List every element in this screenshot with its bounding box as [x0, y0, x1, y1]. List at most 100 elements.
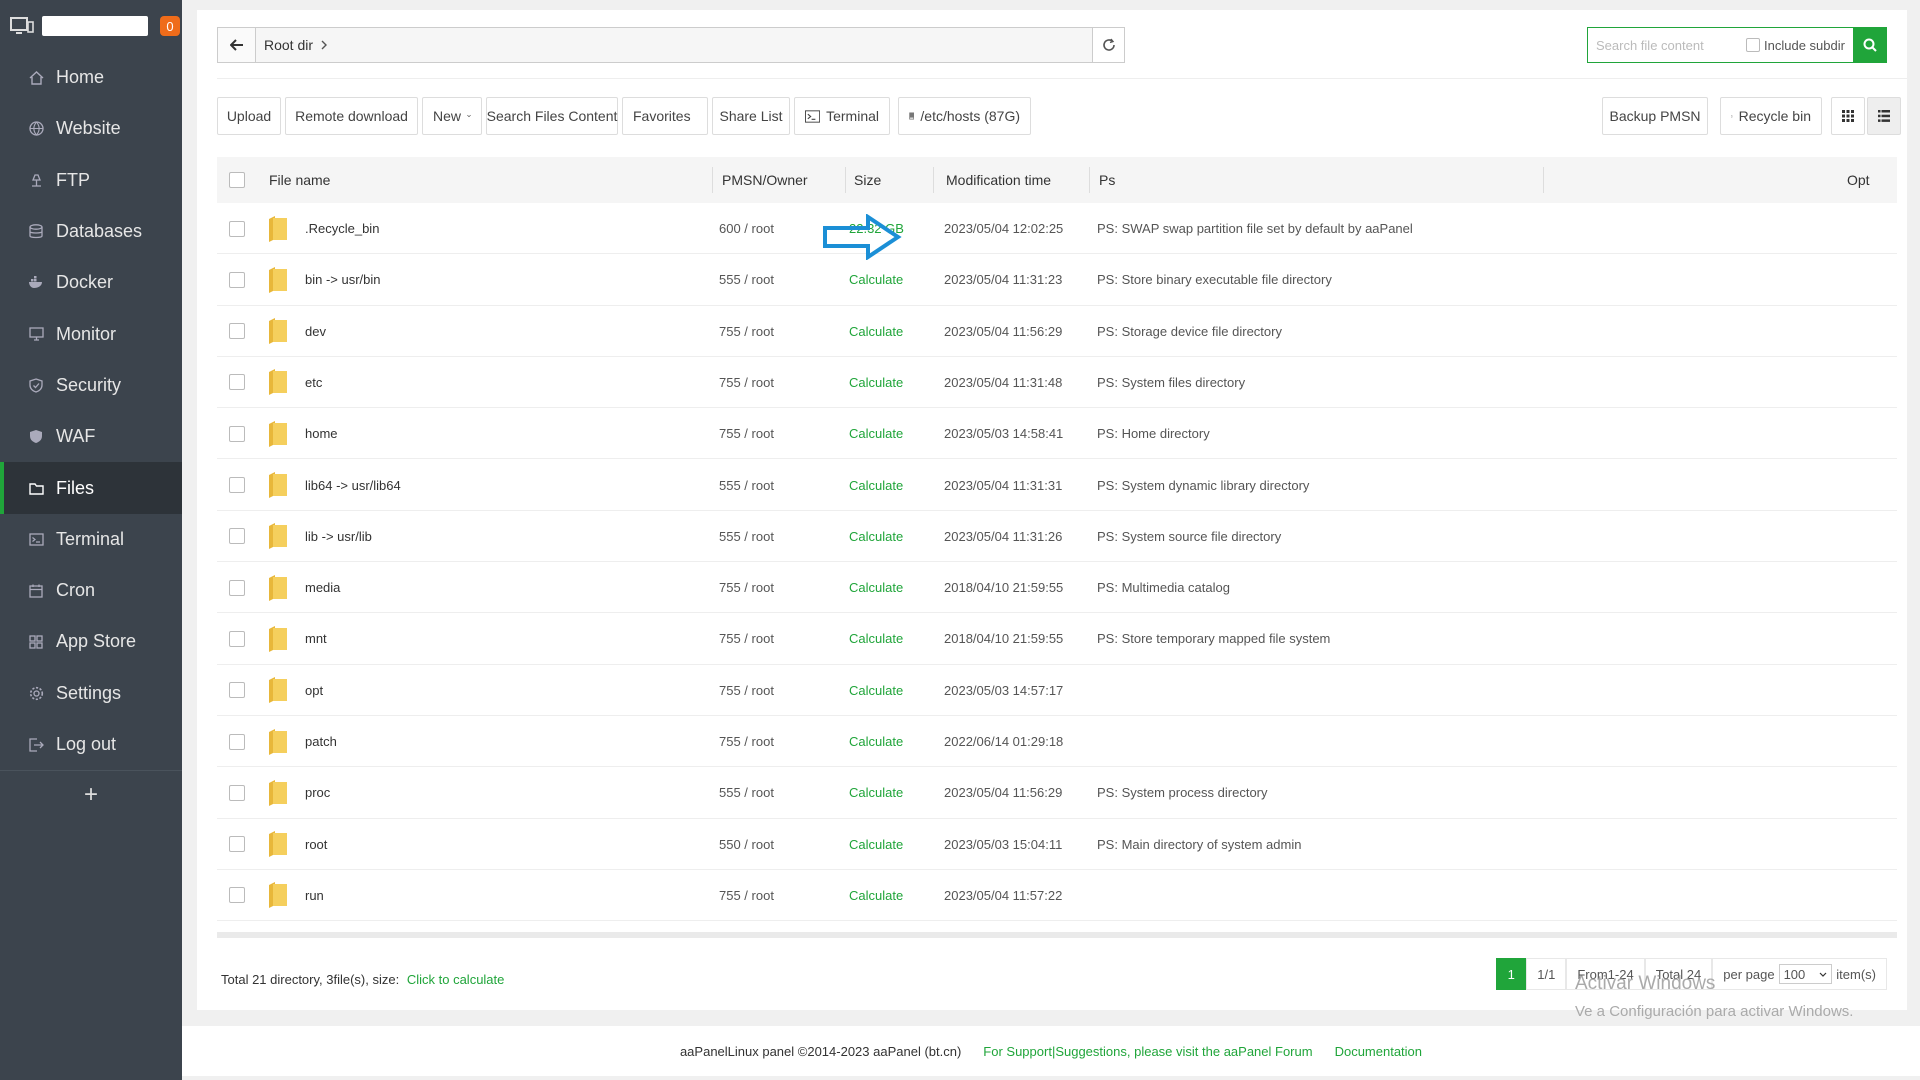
col-size[interactable]: Size	[854, 157, 881, 203]
breadcrumb[interactable]: Root dir	[256, 28, 328, 62]
row-checkbox[interactable]	[229, 887, 245, 904]
table-row[interactable]: mnt 755 / root Calculate 2018/04/10 21:59:5…	[217, 613, 1897, 665]
file-ps[interactable]: PS: SWAP swap partition file set by defa…	[1097, 203, 1413, 254]
add-menu-button[interactable]: +	[0, 770, 182, 818]
file-permission[interactable]: 555 / root	[719, 511, 774, 562]
sidebar-item-terminal[interactable]: Terminal	[0, 514, 182, 565]
backup-pmsn-button[interactable]: Backup PMSN	[1602, 97, 1708, 135]
file-ps[interactable]: PS: Store temporary mapped file system	[1097, 613, 1330, 664]
page-current[interactable]: 1	[1496, 958, 1527, 990]
row-checkbox[interactable]	[229, 733, 245, 750]
file-permission[interactable]: 755 / root	[719, 408, 774, 459]
table-row[interactable]: etc 755 / root Calculate 2023/05/04 11:31:4…	[217, 357, 1897, 409]
file-permission[interactable]: 755 / root	[719, 357, 774, 408]
file-size[interactable]: Calculate	[849, 665, 903, 716]
file-name[interactable]: root	[305, 819, 327, 870]
terminal-button[interactable]: Terminal	[794, 97, 890, 135]
row-checkbox[interactable]	[229, 220, 245, 237]
file-ps[interactable]: PS: Store binary executable file directo…	[1097, 254, 1332, 305]
file-name[interactable]: patch	[305, 716, 337, 767]
row-checkbox[interactable]	[229, 528, 245, 545]
col-file-name[interactable]: File name	[269, 157, 330, 203]
file-name[interactable]: mnt	[305, 613, 327, 664]
file-name[interactable]: lib64 -> usr/lib64	[305, 460, 401, 511]
table-row[interactable]: home 755 / root Calculate 2023/05/03 14:58:…	[217, 408, 1897, 460]
table-row[interactable]: bin -> usr/bin 555 / root Calculate 2023/05…	[217, 254, 1897, 306]
file-name[interactable]: run	[305, 870, 324, 921]
file-ps[interactable]: PS: Storage device file directory	[1097, 306, 1282, 357]
col-modification-time[interactable]: Modification time	[946, 157, 1051, 203]
file-permission[interactable]: 555 / root	[719, 460, 774, 511]
sidebar-item-settings[interactable]: Settings	[0, 668, 182, 719]
file-ps[interactable]: PS: Main directory of system admin	[1097, 819, 1301, 870]
include-subdir-checkbox[interactable]	[1746, 38, 1760, 52]
file-ps[interactable]: PS: Home directory	[1097, 408, 1210, 459]
file-permission[interactable]: 755 / root	[719, 665, 774, 716]
table-row[interactable]: media 755 / root Calculate 2018/04/10 21:59…	[217, 562, 1897, 614]
file-size[interactable]: Calculate	[849, 357, 903, 408]
back-button[interactable]	[218, 28, 256, 62]
documentation-link[interactable]: Documentation	[1335, 1044, 1422, 1059]
recycle-bin-button[interactable]: Recycle bin	[1720, 97, 1822, 135]
table-row[interactable]: lib64 -> usr/lib64 555 / root Calculate 202…	[217, 460, 1897, 511]
upload-button[interactable]: Upload	[217, 97, 281, 135]
table-row[interactable]: patch 755 / root Calculate 2022/06/14 01:29…	[217, 716, 1897, 768]
list-view-button[interactable]	[1867, 97, 1901, 135]
file-name[interactable]: dev	[305, 306, 326, 357]
sidebar-item-log-out[interactable]: Log out	[0, 719, 182, 770]
notification-badge[interactable]: 0	[160, 16, 180, 36]
file-name[interactable]: .Recycle_bin	[305, 203, 379, 254]
remote-download-button[interactable]: Remote download	[285, 97, 418, 135]
file-size[interactable]: Calculate	[849, 511, 903, 562]
favorites-dropdown-button[interactable]: Favorites	[622, 97, 708, 135]
refresh-button[interactable]	[1092, 28, 1124, 62]
sidebar-item-ftp[interactable]: FTP	[0, 155, 182, 206]
row-checkbox[interactable]	[229, 374, 245, 391]
file-ps[interactable]: PS: System dynamic library directory	[1097, 460, 1309, 511]
new-dropdown-button[interactable]: New	[422, 97, 482, 135]
file-name[interactable]: media	[305, 562, 340, 613]
row-checkbox[interactable]	[229, 630, 245, 647]
share-list-button[interactable]: Share List	[712, 97, 790, 135]
file-permission[interactable]: 555 / root	[719, 767, 774, 818]
sidebar-item-waf[interactable]: WAF	[0, 411, 182, 462]
select-all-checkbox[interactable]	[229, 172, 245, 188]
sidebar-item-files[interactable]: Files	[0, 462, 182, 514]
file-name[interactable]: lib -> usr/lib	[305, 511, 372, 562]
file-name[interactable]: etc	[305, 357, 322, 408]
row-checkbox[interactable]	[229, 323, 245, 340]
grid-view-button[interactable]	[1831, 97, 1865, 135]
search-input[interactable]	[1588, 37, 1738, 53]
row-checkbox[interactable]	[229, 682, 245, 699]
row-checkbox[interactable]	[229, 425, 245, 442]
table-row[interactable]: root 550 / root Calculate 2023/05/03 15:04:…	[217, 819, 1897, 870]
sidebar-item-docker[interactable]: Docker	[0, 257, 182, 308]
support-forum-link[interactable]: For Support|Suggestions, please visit th…	[983, 1044, 1312, 1059]
file-size[interactable]: Calculate	[849, 408, 903, 459]
file-name[interactable]: bin -> usr/bin	[305, 254, 381, 305]
file-permission[interactable]: 600 / root	[719, 203, 774, 254]
file-permission[interactable]: 755 / root	[719, 613, 774, 664]
search-files-content-button[interactable]: Search Files Content	[486, 97, 618, 135]
file-ps[interactable]: PS: Multimedia catalog	[1097, 562, 1230, 613]
table-row[interactable]: lib -> usr/lib 555 / root Calculate 2023/05…	[217, 511, 1897, 563]
sidebar-item-security[interactable]: Security	[0, 360, 182, 411]
file-size[interactable]: Calculate	[849, 870, 903, 921]
include-subdir-toggle[interactable]: Include subdir	[1746, 38, 1845, 53]
table-row[interactable]: proc 555 / root Calculate 2023/05/04 11:56:…	[217, 767, 1897, 819]
calculate-size-link[interactable]: Click to calculate	[407, 972, 505, 987]
file-permission[interactable]: 555 / root	[719, 254, 774, 305]
search-button[interactable]	[1853, 27, 1887, 63]
per-page-select[interactable]: 100	[1778, 964, 1833, 984]
file-size[interactable]: Calculate	[849, 562, 903, 613]
file-permission[interactable]: 755 / root	[719, 716, 774, 767]
file-permission[interactable]: 755 / root	[719, 870, 774, 921]
sidebar-item-app-store[interactable]: App Store	[0, 616, 182, 667]
file-name[interactable]: proc	[305, 767, 330, 818]
file-size[interactable]: Calculate	[849, 613, 903, 664]
file-name[interactable]: opt	[305, 665, 323, 716]
row-checkbox[interactable]	[229, 836, 245, 853]
table-row[interactable]: run 755 / root Calculate 2023/05/04 11:57:2…	[217, 870, 1897, 922]
file-size[interactable]: Calculate	[849, 306, 903, 357]
row-checkbox[interactable]	[229, 579, 245, 596]
